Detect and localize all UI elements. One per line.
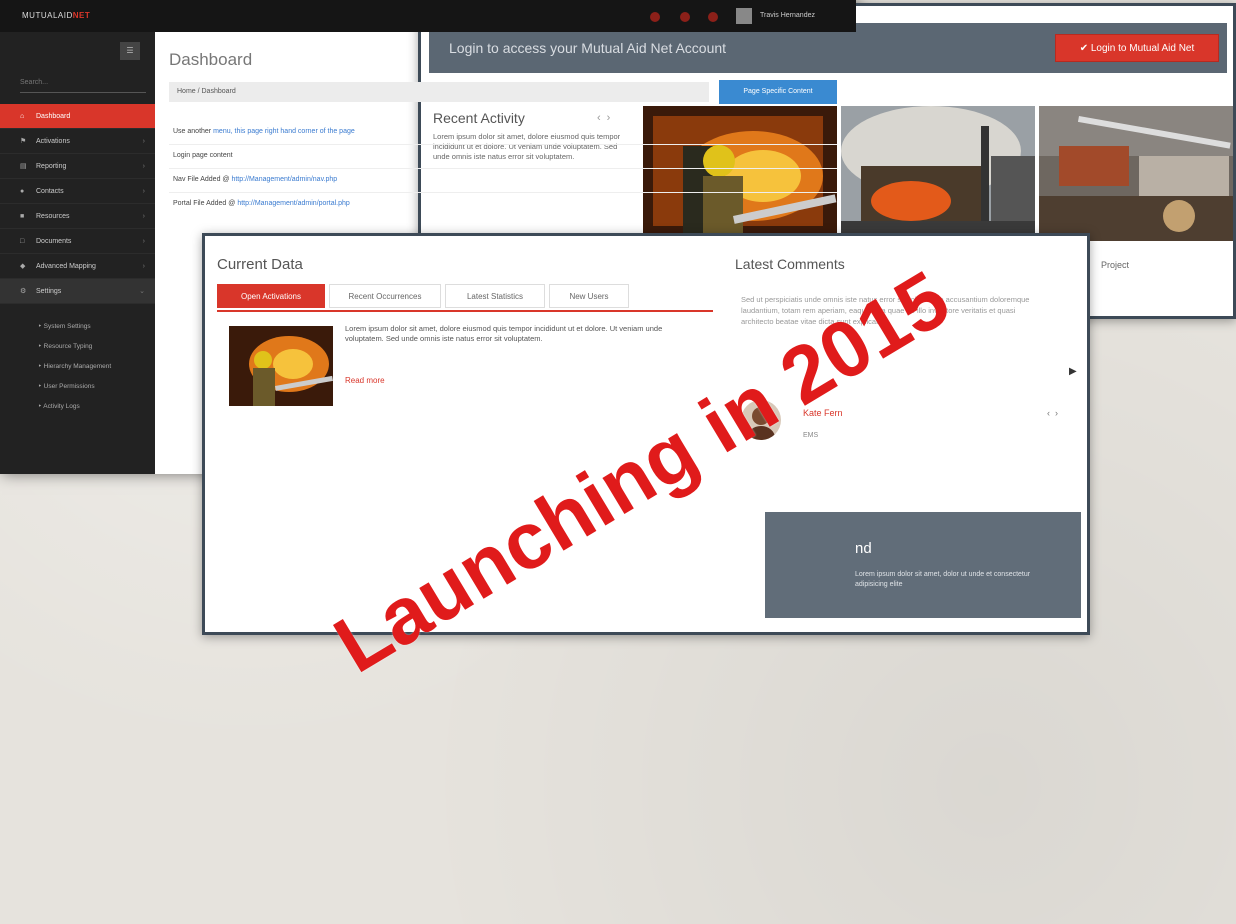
fire-photo-3 xyxy=(1039,106,1233,241)
chevron-right-icon: › xyxy=(142,238,145,245)
dark-panel: nd Lorem ipsum dolor sit amet, dolor ut … xyxy=(765,512,1081,618)
search-input[interactable]: Search... xyxy=(20,74,146,93)
sidebar-subitem-user-permissions[interactable]: ‣ User Permissions xyxy=(38,382,95,390)
map-icon: ◆ xyxy=(20,263,26,270)
truck-icon: ■ xyxy=(20,213,25,220)
photo-caption: Project xyxy=(1101,260,1130,270)
sidebar-subitem-system-settings[interactable]: ‣ System Settings xyxy=(38,322,91,330)
comment-arrows[interactable]: ‹› xyxy=(1047,408,1063,418)
content-row: Use another menu, this page right hand c… xyxy=(173,128,355,135)
login-button-label: Login to Mutual Aid Net xyxy=(1090,43,1195,54)
row-divider xyxy=(169,192,837,193)
sidebar-subitem-activity-logs[interactable]: ‣ Activity Logs xyxy=(38,402,80,410)
breadcrumb[interactable]: Home / Dashboard xyxy=(169,82,709,102)
check-icon: ✔ xyxy=(1079,43,1089,54)
flag-icon: ⚑ xyxy=(20,138,27,145)
task-icon[interactable] xyxy=(708,12,718,22)
page-specific-button[interactable]: Page Specific Content xyxy=(719,80,837,104)
row-divider xyxy=(169,144,837,145)
fire-photo-2 xyxy=(841,106,1035,241)
gear-icon: ⚙ xyxy=(20,288,27,295)
chevron-right-icon: › xyxy=(142,163,145,170)
sidebar-item-resources[interactable]: ■ Resources › xyxy=(0,204,155,229)
user-avatar[interactable] xyxy=(736,8,752,24)
user-icon: ● xyxy=(20,188,25,195)
sidebar-subitem-resource-typing[interactable]: ‣ Resource Typing xyxy=(38,342,92,350)
sidebar-item-settings[interactable]: ⚙ Settings ⌄ xyxy=(0,279,155,304)
sidebar-item-dashboard[interactable]: ⌂ Dashboard xyxy=(0,104,155,129)
chevron-right-icon[interactable]: › xyxy=(1055,408,1063,418)
dark-panel-title: nd xyxy=(855,540,872,557)
sidebar-item-reporting[interactable]: ▤ Reporting › xyxy=(0,154,155,179)
app-logo[interactable]: MUTUALAIDNET xyxy=(22,11,90,20)
login-button[interactable]: ✔ Login to Mutual Aid Net xyxy=(1055,34,1219,62)
chevron-left-icon[interactable]: ‹ xyxy=(1047,408,1055,418)
sidebar-item-documents[interactable]: □ Documents › xyxy=(0,229,155,254)
sidebar-subitem-hierarchy-management[interactable]: ‣ Hierarchy Management xyxy=(38,362,111,370)
sidebar-item-activations[interactable]: ⚑ Activations › xyxy=(0,129,155,154)
sidebar-item-contacts[interactable]: ● Contacts › xyxy=(0,179,155,204)
chevron-right-icon: › xyxy=(142,213,145,220)
play-icon[interactable]: ▶ xyxy=(1069,366,1077,377)
chevron-right-icon: › xyxy=(142,138,145,145)
user-name[interactable]: Travis Hernandez xyxy=(760,12,815,19)
top-bar: MUTUALAIDNET Travis Hernandez xyxy=(0,0,856,32)
row-divider xyxy=(169,168,837,169)
alert-icon[interactable] xyxy=(650,12,660,22)
home-icon: ⌂ xyxy=(20,113,25,120)
dark-panel-text: Lorem ipsum dolor sit amet, dolor ut und… xyxy=(855,571,1031,588)
chevron-down-icon: ⌄ xyxy=(139,288,145,295)
sidebar-item-advanced-mapping[interactable]: ◆ Advanced Mapping › xyxy=(0,254,155,279)
content-row: Login page content xyxy=(173,152,233,159)
page-title: Dashboard xyxy=(169,50,253,69)
content-row: Portal File Added @ http://Management/ad… xyxy=(173,200,350,207)
sidebar: ☰ Search... ⌂ Dashboard ⚑ Activations › ▤ Re… xyxy=(0,32,155,474)
menu-icon[interactable]: ☰ xyxy=(120,42,140,60)
chart-icon: ▤ xyxy=(20,163,27,170)
chevron-right-icon: › xyxy=(142,263,145,270)
message-icon[interactable] xyxy=(680,12,690,22)
chevron-right-icon: › xyxy=(142,188,145,195)
document-icon: □ xyxy=(20,238,25,245)
content-row: Nav File Added @ http://Management/admin… xyxy=(173,176,338,183)
